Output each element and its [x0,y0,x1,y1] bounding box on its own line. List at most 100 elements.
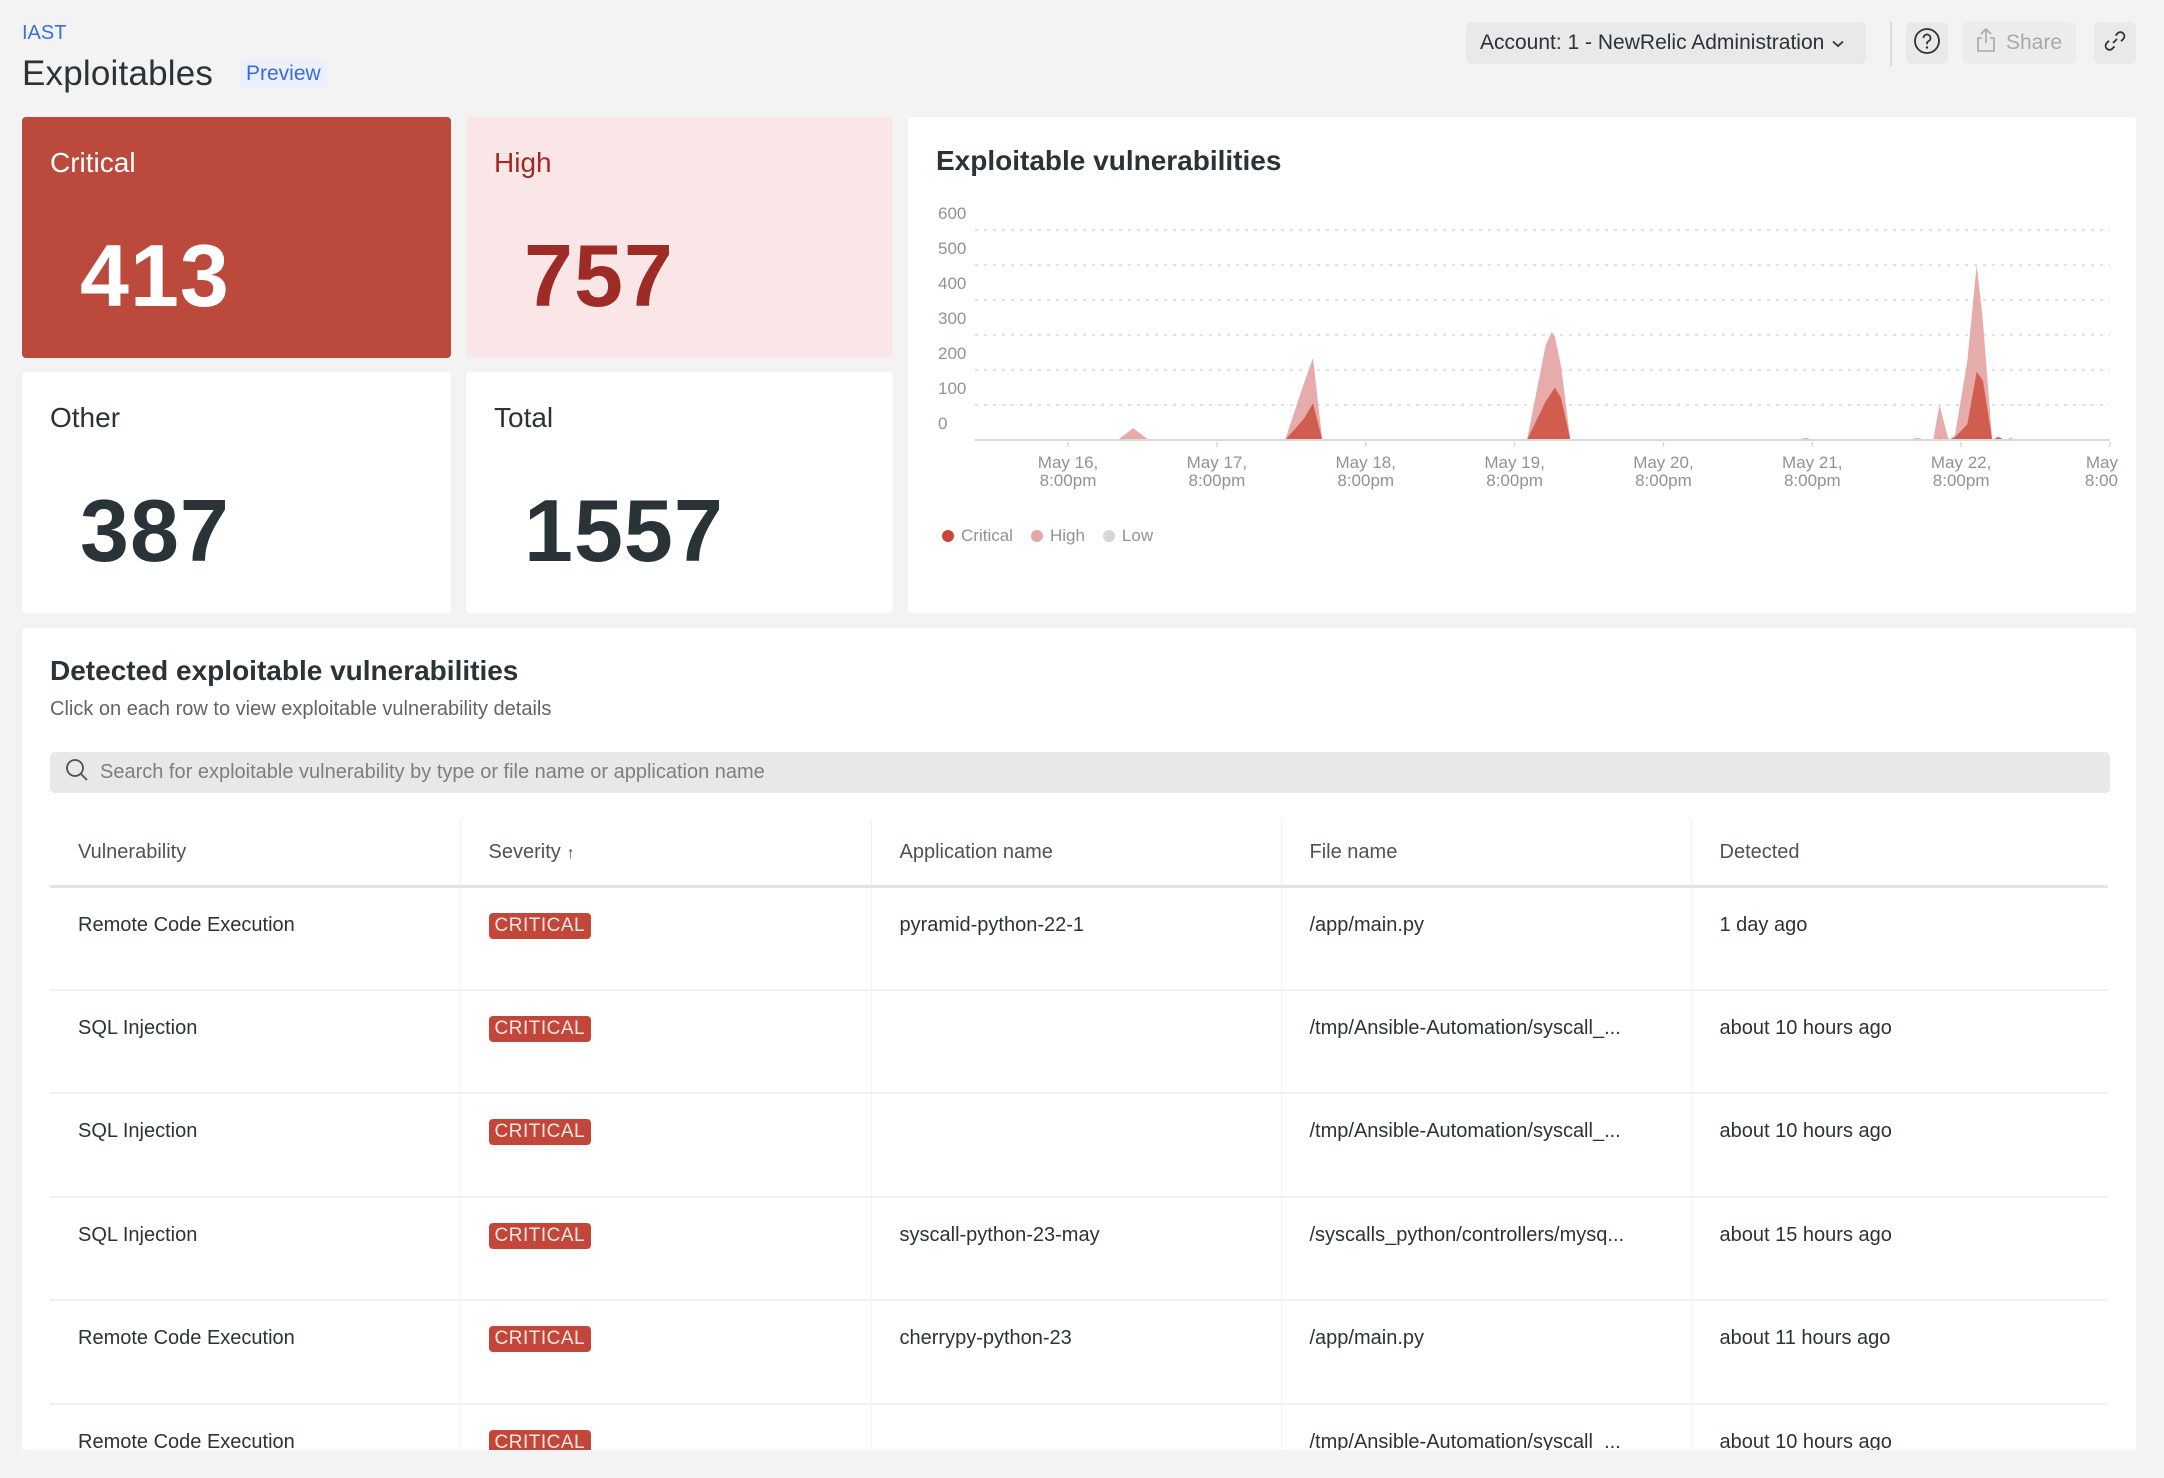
billboard-total-label: Total [494,402,554,433]
share-button[interactable]: Share [1962,22,2077,64]
cell-file-name-text: /tmp/Ansible-Automation/syscall_... [1309,1430,1621,1451]
billboard-high[interactable]: High 757 [466,117,893,358]
cell-file-name-text: /syscalls_python/controllers/mysq... [1309,1223,1625,1246]
detected-vulnerabilities-panel: Detected exploitable vulnerabilities Cli… [22,628,2136,1450]
cell-file-name: /tmp/Ansible-Automation/syscall_... [1280,1403,1691,1451]
column-header-file-name[interactable]: File name [1280,820,1691,888]
breadcrumb-iast[interactable]: IAST [22,22,66,45]
table-row[interactable]: SQL Injection CRITICAL syscall-python-23-m… [50,1196,2108,1301]
cell-file-name: /app/main.py [1280,1300,1691,1405]
legend-label-critical: Critical [961,526,1013,545]
cell-vulnerability: SQL Injection [50,1196,460,1301]
cell-severity: CRITICAL [459,1300,871,1405]
cell-vulnerability-text: Remote Code Execution [78,913,295,936]
severity-badge: CRITICAL [488,1222,592,1249]
legend-item-critical[interactable]: Critical [942,526,1013,546]
table-header-row: Vulnerability Severity ↑ Application name… [50,820,2108,888]
y-tick-label: 500 [938,239,966,258]
cell-detected: about 11 hours ago [1690,1300,2108,1405]
search-input[interactable] [100,761,2000,784]
cell-detected-text: 1 day ago [1719,913,1808,936]
cell-file-name: /syscalls_python/controllers/mysq... [1280,1196,1691,1301]
column-header-application-name[interactable]: Application name [870,820,1281,888]
cell-vulnerability-text: Remote Code Execution [78,1327,295,1349]
cell-application-name-text: cherrypy-python-23 [899,1327,1072,1349]
billboard-critical[interactable]: Critical 413 [22,117,451,358]
column-header-label: Vulnerability [78,840,187,863]
cell-file-name: /tmp/Ansible-Automation/syscall_... [1280,989,1691,1094]
billboard-high-label: High [494,147,552,178]
cell-application-name: cherrypy-python-23 [870,1300,1281,1405]
cell-vulnerability-text: SQL Injection [78,1120,198,1142]
x-tick-label: May 22, 8:00pm [1931,453,1991,490]
cell-vulnerability-text: Remote Code Execution [78,1430,295,1451]
cell-file-name-text: /app/main.py [1309,913,1425,936]
sort-ascending-icon: ↑ [566,844,575,862]
cell-vulnerability: Remote Code Execution [50,1403,460,1451]
cell-application-name [870,1403,1281,1450]
table-row[interactable]: Remote Code Execution CRITICAL cherrypy-py… [50,1300,2108,1405]
vulnerabilities-table: Vulnerability Severity ↑ Application name… [50,820,2108,1450]
table-row[interactable]: Remote Code Execution CRITICAL pyramid-pyt… [50,886,2108,991]
cell-detected: about 15 hours ago [1690,1196,2108,1301]
y-tick-label: 200 [938,344,966,363]
column-header-severity[interactable]: Severity ↑ [459,820,871,888]
cell-severity: CRITICAL [459,1196,871,1301]
cell-vulnerability: SQL Injection [50,1093,460,1198]
share-label: Share [2006,31,2063,54]
link-icon [2102,28,2128,59]
column-header-label: Detected [1719,840,1800,863]
column-header-vulnerability[interactable]: Vulnerability [50,820,460,888]
search-field[interactable] [50,752,2110,793]
share-icon [1976,27,1996,59]
cell-application-name: pyramid-python-22-1 [870,886,1281,991]
cell-severity: CRITICAL [459,989,871,1094]
legend-item-high[interactable]: High [1030,526,1085,546]
x-tick-label: May 20, 8:00pm [1633,453,1693,490]
cell-detected: about 10 hours ago [1690,1403,2108,1450]
cell-detected: about 10 hours ago [1690,989,2108,1094]
chart-legend: Critical High Low [942,526,1153,546]
billboard-total-value: 1557 [524,481,724,580]
legend-dot-critical [942,530,954,542]
x-tick-label: May 19, 8:00pm [1484,453,1544,490]
billboard-total[interactable]: Total 1557 [466,372,893,613]
cell-severity: CRITICAL [459,1093,871,1198]
cell-severity: CRITICAL [459,886,871,991]
chevron-down-icon [1832,35,1844,51]
billboard-other[interactable]: Other 387 [22,372,451,613]
account-selector[interactable]: Account: 1 - NewRelic Administration [1466,22,1867,64]
column-header-detected[interactable]: Detected [1690,820,2108,888]
help-button[interactable] [1906,22,1948,64]
severity-badge: CRITICAL [488,1015,592,1042]
cell-application-name-text: syscall-python-23-may [899,1223,1100,1246]
cell-file-name: /tmp/Ansible-Automation/syscall_... [1280,1093,1691,1198]
table-row[interactable]: Remote Code Execution CRITICAL/tmp/Ansibl… [50,1403,2108,1451]
help-circle-icon [1913,27,1941,60]
cell-file-name-text: /tmp/Ansible-Automation/syscall_... [1309,1016,1621,1039]
legend-item-low[interactable]: Low [1102,526,1153,546]
cell-file-name-text: /app/main.py [1309,1327,1425,1349]
cell-application-name [870,1093,1281,1198]
table-subtitle: Click on each row to view exploitable vu… [50,698,552,720]
cell-detected-text: about 10 hours ago [1719,1120,1892,1142]
billboard-critical-label: Critical [50,147,136,178]
cell-vulnerability: Remote Code Execution [50,886,460,991]
search-icon [64,757,90,788]
y-tick-label: 0 [938,414,947,433]
x-tick-label: May 21, 8:00pm [1782,453,1842,490]
table-row[interactable]: SQL Injection CRITICAL/tmp/Ansible-Automa… [50,1093,2108,1198]
legend-dot-high [1030,530,1043,542]
legend-label-high: High [1049,526,1085,545]
x-tick-label: May 8:00 [2085,453,2119,490]
column-header-label: File name [1309,840,1398,863]
billboard-critical-value: 413 [80,226,230,325]
cell-application-name-text: pyramid-python-22-1 [899,913,1085,936]
severity-badge: CRITICAL [488,1429,592,1450]
copy-link-button[interactable] [2094,22,2136,64]
cell-detected: 1 day ago [1690,886,2108,991]
page-title: Exploitables [22,54,214,93]
cell-vulnerability-text: SQL Injection [78,1016,198,1039]
cell-severity: CRITICAL [459,1403,871,1450]
table-row[interactable]: SQL Injection CRITICAL/tmp/Ansible-Automa… [50,989,2108,1094]
